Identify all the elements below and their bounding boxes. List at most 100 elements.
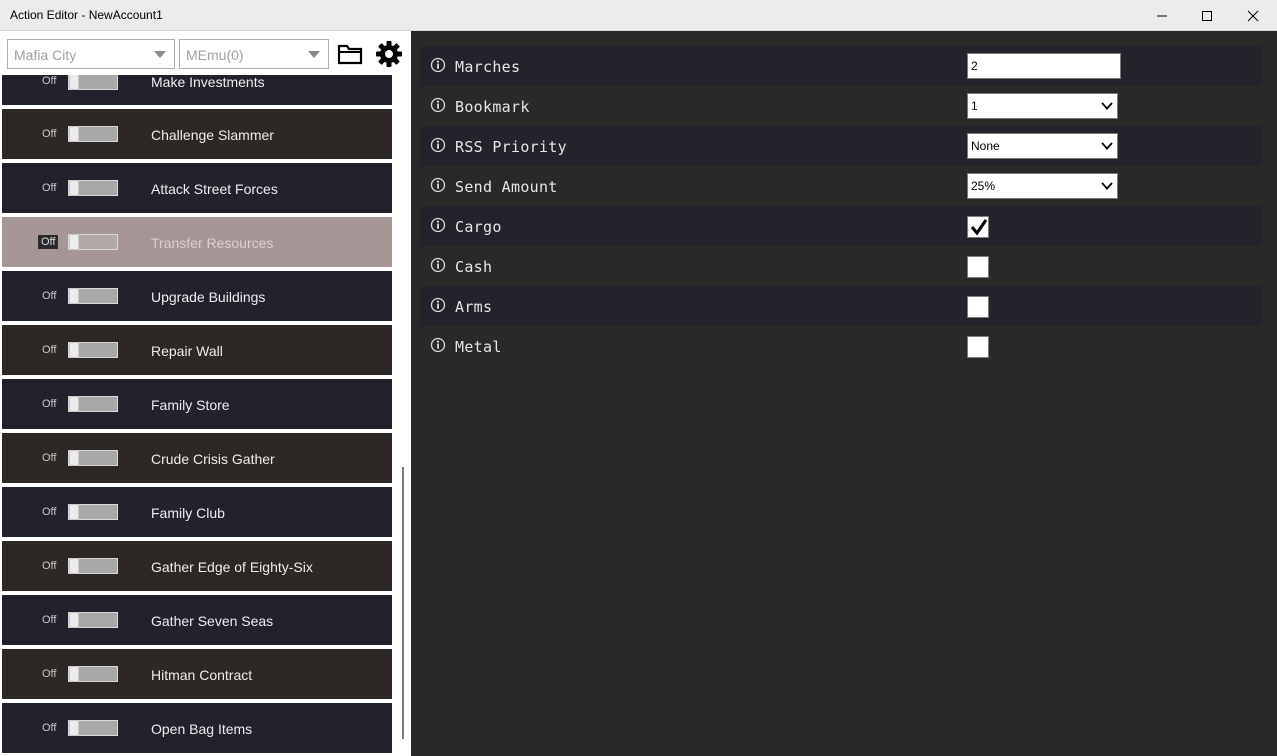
action-label: Transfer Resources bbox=[151, 235, 274, 251]
action-item-make-investments[interactable]: Off Make Investments bbox=[2, 75, 392, 105]
toggle-state-label: Off bbox=[42, 344, 57, 356]
title-bar: Action Editor - NewAccount1 bbox=[0, 0, 1277, 31]
setting-label: Cash bbox=[455, 258, 493, 276]
action-toggle[interactable] bbox=[68, 180, 118, 196]
toggle-knob bbox=[69, 450, 79, 466]
action-item-attack-street-forces[interactable]: Off Attack Street Forces bbox=[2, 163, 392, 213]
toggle-state-label: Off bbox=[42, 506, 57, 518]
action-toggle[interactable] bbox=[68, 558, 118, 574]
close-icon bbox=[1247, 10, 1259, 21]
chevron-down-icon bbox=[1101, 102, 1113, 110]
minimize-icon bbox=[1157, 15, 1167, 16]
action-toggle[interactable] bbox=[68, 288, 118, 304]
action-list-scrollbar[interactable] bbox=[395, 75, 411, 756]
action-toggle[interactable] bbox=[68, 666, 118, 682]
rss-priority-select[interactable]: None bbox=[967, 133, 1118, 159]
gear-icon bbox=[376, 41, 402, 67]
action-item-crude-crisis-gather[interactable]: Off Crude Crisis Gather bbox=[2, 433, 392, 483]
action-toggle[interactable] bbox=[68, 504, 118, 520]
rss-priority-value: None bbox=[971, 139, 1000, 153]
info-icon[interactable] bbox=[430, 137, 446, 153]
minimize-button[interactable] bbox=[1139, 0, 1185, 31]
action-item-hitman-contract[interactable]: Off Hitman Contract bbox=[2, 649, 392, 699]
settings-button[interactable] bbox=[375, 40, 403, 68]
toggle-state-label: Off bbox=[42, 128, 57, 140]
action-item-transfer-resources[interactable]: Off Transfer Resources bbox=[2, 217, 392, 267]
setting-row-bookmark: Bookmark 1 bbox=[420, 86, 1261, 126]
arms-checkbox[interactable] bbox=[967, 296, 989, 318]
checkmark-icon bbox=[970, 219, 988, 236]
action-label: Attack Street Forces bbox=[151, 181, 278, 197]
action-toggle[interactable] bbox=[68, 612, 118, 628]
cash-checkbox[interactable] bbox=[967, 256, 989, 278]
setting-label: Arms bbox=[455, 298, 493, 316]
toggle-knob bbox=[69, 180, 79, 196]
action-list: Off Make Investments Off Challenge Slamm… bbox=[0, 75, 395, 756]
toggle-state-label: Off bbox=[42, 290, 57, 302]
send-amount-select[interactable]: 25% bbox=[967, 173, 1118, 199]
action-item-open-bag-items[interactable]: Off Open Bag Items bbox=[2, 703, 392, 753]
action-item-gather-edge-of-eighty-six[interactable]: Off Gather Edge of Eighty-Six bbox=[2, 541, 392, 591]
toggle-state-label: Off bbox=[42, 722, 57, 734]
action-item-repair-wall[interactable]: Off Repair Wall bbox=[2, 325, 392, 375]
info-icon[interactable] bbox=[430, 97, 446, 113]
info-icon[interactable] bbox=[430, 177, 446, 193]
cargo-checkbox[interactable] bbox=[967, 216, 989, 238]
action-label: Make Investments bbox=[151, 75, 265, 90]
toggle-knob bbox=[69, 612, 79, 628]
info-icon[interactable] bbox=[430, 297, 446, 313]
action-item-challenge-slammer[interactable]: Off Challenge Slammer bbox=[2, 109, 392, 159]
toggle-state-label: Off bbox=[42, 560, 57, 572]
setting-label: Cargo bbox=[455, 218, 502, 236]
chevron-down-icon bbox=[1101, 142, 1113, 150]
action-item-upgrade-buildings[interactable]: Off Upgrade Buildings bbox=[2, 271, 392, 321]
toggle-knob bbox=[69, 234, 79, 250]
action-toggle[interactable] bbox=[68, 342, 118, 358]
action-label: Open Bag Items bbox=[151, 721, 253, 737]
action-toggle[interactable] bbox=[68, 75, 118, 90]
settings-panel: Marches 2 Bookmark 1 RSS Priority None S… bbox=[411, 31, 1277, 756]
action-label: Challenge Slammer bbox=[151, 127, 274, 143]
metal-checkbox[interactable] bbox=[967, 336, 989, 358]
action-toggle[interactable] bbox=[68, 396, 118, 412]
toggle-knob bbox=[69, 288, 79, 304]
setting-row-cash: Cash bbox=[420, 246, 1261, 286]
action-label: Family Store bbox=[151, 397, 230, 413]
close-button[interactable] bbox=[1230, 0, 1276, 31]
open-folder-button[interactable] bbox=[336, 40, 364, 68]
setting-label: Send Amount bbox=[455, 178, 558, 196]
scrollbar-thumb[interactable] bbox=[402, 467, 404, 739]
action-toggle[interactable] bbox=[68, 126, 118, 142]
setting-row-cargo: Cargo bbox=[420, 206, 1261, 246]
chevron-down-icon bbox=[308, 51, 320, 58]
marches-input[interactable]: 2 bbox=[967, 53, 1121, 79]
setting-row-send-amount: Send Amount 25% bbox=[420, 166, 1261, 206]
info-icon[interactable] bbox=[430, 257, 446, 273]
left-panel: Mafia City MEmu(0) Off Make Investments … bbox=[0, 31, 411, 756]
game-select[interactable]: Mafia City bbox=[7, 39, 175, 69]
toggle-knob bbox=[69, 504, 79, 520]
action-item-family-club[interactable]: Off Family Club bbox=[2, 487, 392, 537]
toggle-knob bbox=[69, 558, 79, 574]
info-icon[interactable] bbox=[430, 337, 446, 353]
emulator-select-value: MEmu(0) bbox=[186, 47, 244, 63]
action-item-family-store[interactable]: Off Family Store bbox=[2, 379, 392, 429]
emulator-select[interactable]: MEmu(0) bbox=[179, 39, 329, 69]
action-toggle[interactable] bbox=[68, 450, 118, 466]
action-label: Family Club bbox=[151, 505, 225, 521]
toggle-knob bbox=[69, 720, 79, 736]
action-toggle[interactable] bbox=[68, 720, 118, 736]
info-icon[interactable] bbox=[430, 57, 446, 73]
action-label: Repair Wall bbox=[151, 343, 223, 359]
action-toggle[interactable] bbox=[68, 234, 118, 250]
action-item-gather-seven-seas[interactable]: Off Gather Seven Seas bbox=[2, 595, 392, 645]
bookmark-select[interactable]: 1 bbox=[967, 93, 1118, 119]
setting-label: Bookmark bbox=[455, 98, 530, 116]
maximize-button[interactable] bbox=[1184, 0, 1230, 31]
game-select-value: Mafia City bbox=[14, 47, 77, 63]
action-label: Hitman Contract bbox=[151, 667, 253, 683]
marches-value: 2 bbox=[971, 59, 978, 73]
action-label: Upgrade Buildings bbox=[151, 289, 266, 305]
action-label: Gather Edge of Eighty-Six bbox=[151, 559, 313, 575]
info-icon[interactable] bbox=[430, 217, 446, 233]
